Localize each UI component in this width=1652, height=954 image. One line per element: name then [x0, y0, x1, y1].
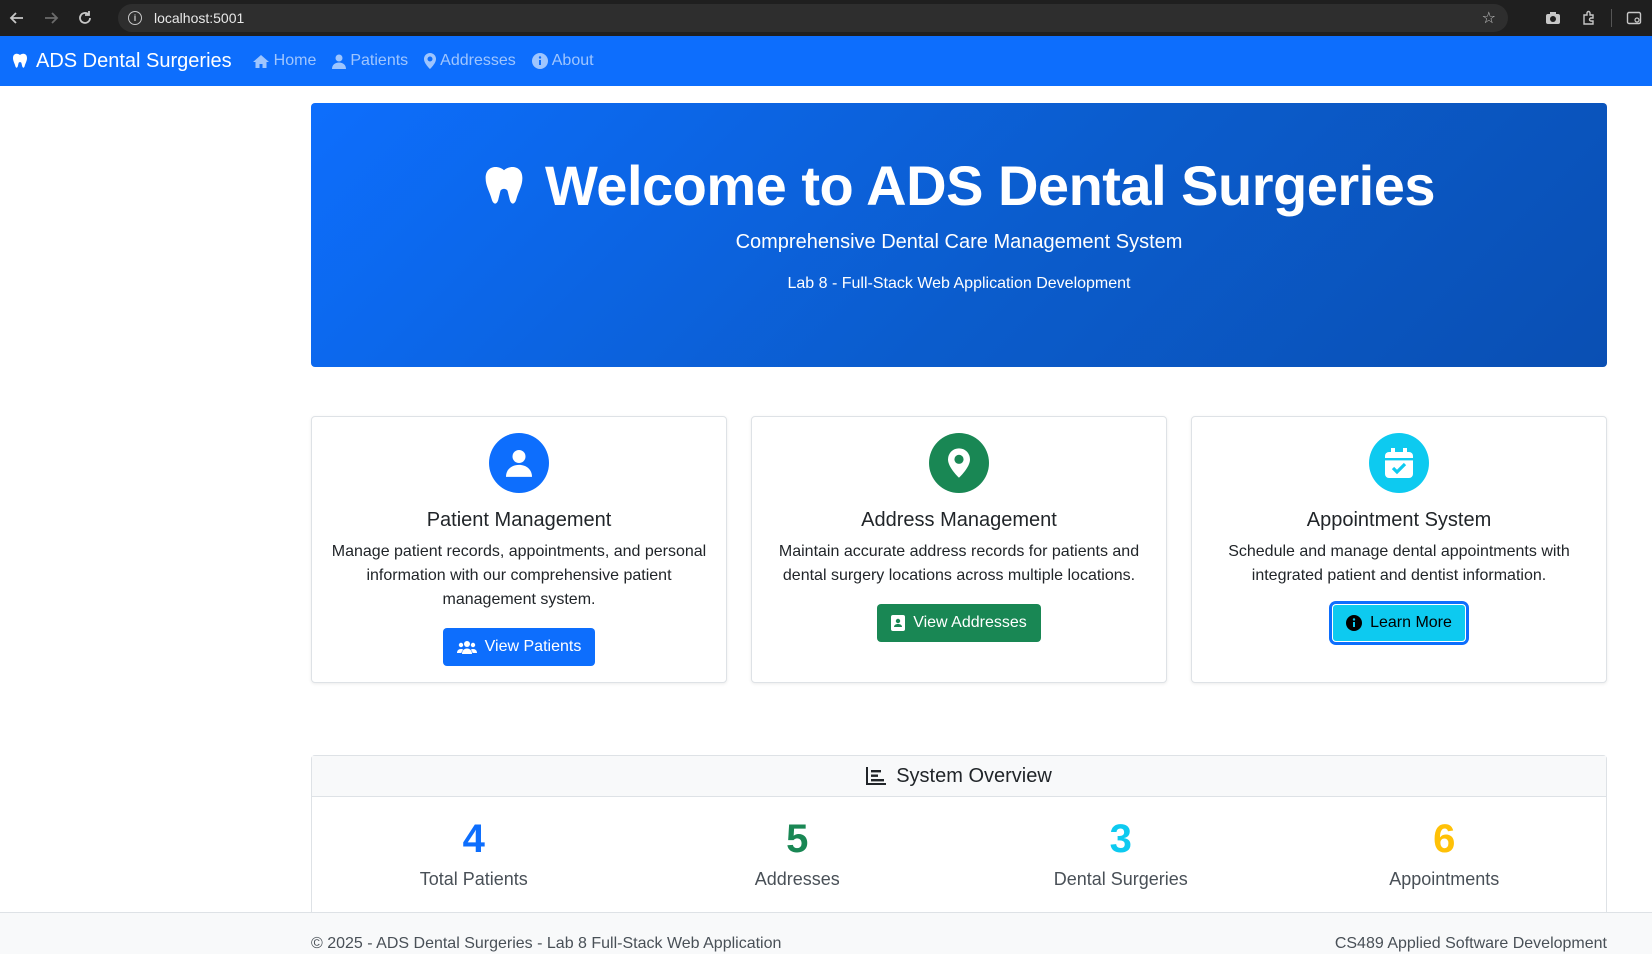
chart-bar-icon: [866, 767, 887, 785]
stat-label: Dental Surgeries: [1053, 869, 1188, 889]
footer-course: CS489 Applied Software Development: [1334, 935, 1607, 952]
page-footer: © 2025 - ADS Dental Surgeries - Lab 8 Fu…: [0, 912, 1652, 954]
toolbar-divider: [1611, 9, 1612, 27]
hero-lab-label: Lab 8 - Full-Stack Web Application Devel…: [787, 275, 1131, 292]
back-arrow-icon[interactable]: [0, 0, 34, 36]
learn-more-label: Learn More: [1370, 614, 1452, 631]
appointment-system-card: Appointment System Schedule and manage d…: [1191, 416, 1607, 683]
tooth-icon: [13, 53, 27, 68]
overview-header: System Overview: [312, 756, 1606, 797]
users-icon: [456, 641, 477, 654]
stat-addresses: 5 Addresses: [636, 797, 960, 890]
browser-toolbar: i localhost:5001 ☆: [0, 0, 1652, 36]
site-info-icon[interactable]: i: [128, 11, 142, 25]
address-bar[interactable]: i localhost:5001 ☆: [118, 4, 1508, 32]
stat-appointments: 6 Appointments: [1283, 797, 1607, 890]
overview-title: System Overview: [896, 764, 1052, 787]
hero-title-text: Welcome to ADS Dental Surgeries: [544, 154, 1436, 217]
card-title: Appointment System: [1306, 509, 1492, 531]
forward-arrow-icon[interactable]: [34, 0, 68, 36]
view-patients-button[interactable]: View Patients: [442, 628, 596, 666]
card-text: Manage patient records, appointments, an…: [331, 543, 707, 608]
address-book-icon: [891, 615, 906, 631]
hero-subtitle: Comprehensive Dental Care Management Sys…: [735, 231, 1183, 253]
brand-label: ADS Dental Surgeries: [36, 49, 232, 72]
nav-patients-label: Patients: [350, 52, 409, 69]
stat-value: 3: [1109, 817, 1132, 861]
nav-about-label: About: [551, 52, 594, 69]
stat-dental-surgeries: 3 Dental Surgeries: [959, 797, 1283, 890]
calendar-check-icon: [1369, 433, 1429, 493]
stat-label: Addresses: [754, 869, 840, 889]
url-text: localhost:5001: [154, 10, 245, 26]
hero-banner: Welcome to ADS Dental Surgeries Comprehe…: [311, 103, 1607, 367]
stat-value: 4: [462, 817, 485, 861]
nav-addresses[interactable]: Addresses: [424, 52, 516, 70]
patient-management-card: Patient Management Manage patient record…: [311, 416, 727, 683]
nav-patients[interactable]: Patients: [332, 52, 408, 70]
info-circle-icon: [531, 53, 548, 69]
view-patients-label: View Patients: [484, 638, 582, 655]
extensions-icon[interactable]: [1571, 0, 1607, 36]
stat-label: Total Patients: [419, 869, 528, 889]
nav-home-label: Home: [273, 52, 317, 69]
stats-row: 4 Total Patients 5 Addresses 3 Dental Su…: [312, 797, 1606, 890]
user-icon: [332, 54, 347, 69]
nav-addresses-label: Addresses: [440, 52, 516, 69]
info-circle-icon: [1346, 615, 1363, 631]
stat-label: Appointments: [1389, 869, 1500, 889]
view-addresses-label: View Addresses: [913, 614, 1027, 631]
card-title: Address Management: [861, 509, 1057, 531]
learn-more-button[interactable]: Learn More: [1332, 604, 1466, 642]
stat-total-patients: 4 Total Patients: [312, 797, 636, 890]
view-addresses-button[interactable]: View Addresses: [877, 604, 1041, 642]
stat-value: 5: [786, 817, 809, 861]
card-title: Patient Management: [426, 509, 612, 531]
hero-title: Welcome to ADS Dental Surgeries: [311, 153, 1607, 218]
side-panel-icon[interactable]: [1616, 0, 1652, 36]
nav-home[interactable]: Home: [252, 52, 317, 70]
nav-about[interactable]: About: [531, 52, 594, 70]
system-overview-panel: System Overview 4 Total Patients 5 Addre…: [311, 755, 1607, 915]
footer-copyright: © 2025 - ADS Dental Surgeries - Lab 8 Fu…: [311, 935, 782, 952]
map-pin-icon: [929, 433, 989, 493]
card-text: Schedule and manage dental appointments …: [1228, 543, 1570, 584]
camera-icon[interactable]: [1535, 0, 1571, 36]
map-pin-icon: [424, 53, 437, 69]
navbar-brand[interactable]: ADS Dental Surgeries: [12, 50, 232, 73]
user-icon: [489, 433, 549, 493]
address-management-card: Address Management Maintain accurate add…: [751, 416, 1167, 683]
reload-icon[interactable]: [68, 0, 102, 36]
stat-value: 6: [1433, 817, 1456, 861]
tooth-icon: [485, 166, 523, 204]
app-navbar: ADS Dental Surgeries Home Patients Addre…: [0, 36, 1652, 86]
card-text: Maintain accurate address records for pa…: [778, 543, 1140, 584]
home-icon: [252, 54, 269, 68]
bookmark-star-icon[interactable]: ☆: [1482, 8, 1496, 28]
